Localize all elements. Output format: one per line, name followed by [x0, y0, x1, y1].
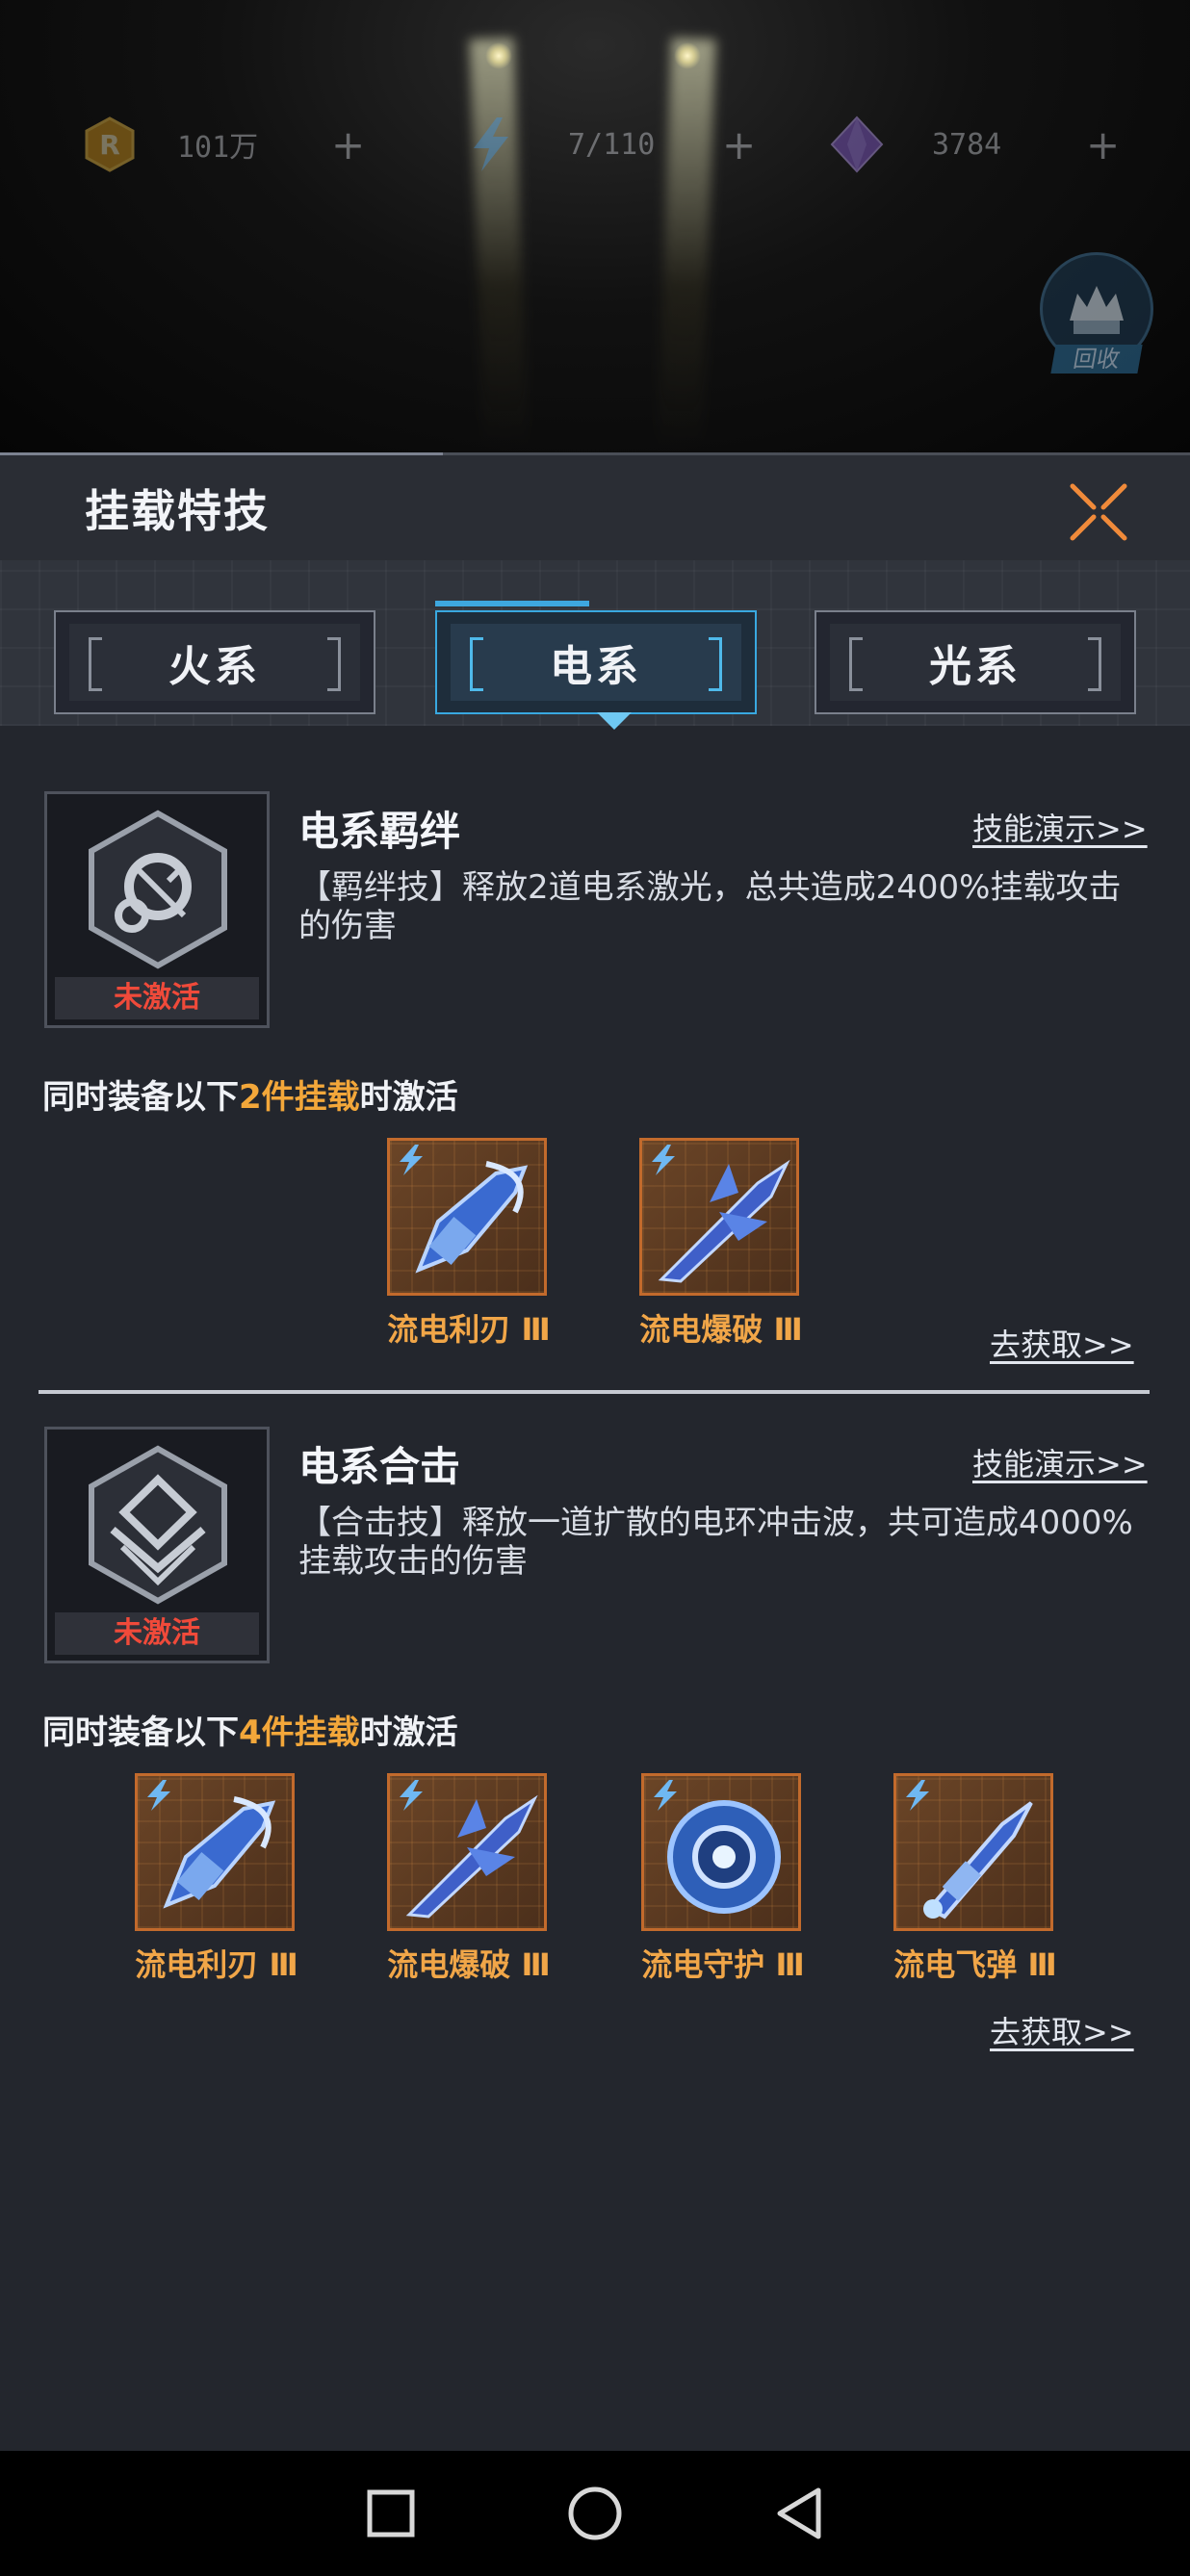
- purple-gem-icon: [828, 116, 886, 173]
- energy-add-button[interactable]: +: [722, 121, 756, 168]
- mount-item[interactable]: 流电利刃 Ⅲ: [135, 1773, 298, 1985]
- gem-resource: 3784 +: [828, 114, 1120, 175]
- blast-weapon-icon: [405, 1794, 538, 1919]
- get-items-link[interactable]: 去获取>>: [990, 1321, 1134, 1365]
- tab-electric[interactable]: 电系: [435, 601, 757, 730]
- system-navigation-bar: [0, 2451, 1190, 2576]
- combo-emblem-icon: [89, 1445, 227, 1605]
- item-name: 流电飞弹 Ⅲ: [893, 1946, 1057, 1983]
- star-glow-right: [674, 42, 701, 69]
- required-count: 2件挂载: [239, 1078, 360, 1117]
- blast-weapon-icon: [658, 1159, 790, 1283]
- mount-item[interactable]: 流电爆破 Ⅲ: [387, 1773, 551, 1985]
- skill-description: 【合击技】释放一道扩散的电环冲击波，共可造成4000%挂载攻击的伤害: [298, 1504, 1133, 1581]
- shield-weapon-icon: [667, 1800, 781, 1914]
- tab-fire-label: 火系: [168, 642, 261, 691]
- item-name: 流电利刃 Ⅲ: [387, 1311, 551, 1348]
- blade-weapon-icon: [415, 1161, 529, 1274]
- tab-electric-label: 电系: [550, 642, 642, 691]
- square-recents-icon: [367, 2489, 415, 2537]
- skill-demo-link[interactable]: 技能演示>>: [972, 1440, 1148, 1484]
- svg-text:R: R: [99, 129, 120, 161]
- mount-skill-panel: 挂载特技 火系 电系 光系 未激活 电系羁绊 技能演示>> 【羁绊技】释放2道电…: [0, 452, 1190, 2451]
- mount-item[interactable]: 流电利刃 Ⅲ: [387, 1138, 551, 1350]
- close-x-icon: [1070, 483, 1127, 541]
- coin-add-button[interactable]: +: [331, 121, 365, 168]
- activation-condition: 同时装备以下2件挂载时激活: [42, 1078, 458, 1117]
- item-name: 流电守护 Ⅲ: [641, 1946, 805, 1983]
- skill-card-combo[interactable]: 未激活: [44, 1427, 270, 1663]
- gem-add-button[interactable]: +: [1086, 121, 1120, 168]
- section-divider: [39, 1390, 1150, 1394]
- home-button[interactable]: [561, 2480, 629, 2547]
- skill-demo-link[interactable]: 技能演示>>: [972, 805, 1148, 849]
- game-background-hud: R 101万 + 7/110 + 3784 + 回收: [0, 0, 1190, 452]
- close-button[interactable]: [1067, 480, 1130, 544]
- skill-title: 电系合击: [298, 1443, 461, 1490]
- coin-resource: R 101万 +: [81, 114, 365, 175]
- tab-light-label: 光系: [929, 642, 1022, 691]
- light-beam-right: [657, 38, 716, 452]
- gem-value: 3784: [932, 127, 1002, 162]
- activation-condition: 同时装备以下4件挂载时激活: [42, 1713, 458, 1752]
- element-tab-bar: 火系 电系 光系: [0, 560, 1190, 730]
- item-name: 流电爆破 Ⅲ: [387, 1946, 551, 1983]
- energy-resource: 7/110 +: [462, 114, 756, 175]
- recycle-label: 回收: [1050, 345, 1143, 374]
- blade-weapon-icon: [163, 1796, 276, 1909]
- recents-button[interactable]: [357, 2480, 425, 2547]
- skill-status: 未激活: [55, 1612, 259, 1655]
- mount-item[interactable]: 流电飞弹 Ⅲ: [893, 1773, 1057, 1985]
- skill-status: 未激活: [55, 977, 259, 1019]
- tab-light[interactable]: 光系: [815, 610, 1136, 714]
- coin-value: 101万: [177, 131, 259, 165]
- back-button[interactable]: [765, 2480, 833, 2547]
- bond-emblem-icon: [89, 810, 227, 969]
- mount-item[interactable]: 流电爆破 Ⅲ: [639, 1138, 803, 1350]
- circle-home-icon: [568, 2486, 622, 2540]
- energy-value: 7/110: [568, 127, 656, 162]
- item-name: 流电爆破 Ⅲ: [639, 1311, 803, 1348]
- skill-description: 【羁绊技】释放2道电系激光，总共造成2400%挂载攻击的伤害: [298, 868, 1122, 945]
- coin-r-icon: R: [81, 116, 139, 173]
- missile-weapon-icon: [923, 1801, 1033, 1919]
- lightning-icon: [462, 116, 520, 173]
- item-name: 流电利刃 Ⅲ: [135, 1946, 298, 1983]
- skill-title: 电系羁绊: [298, 808, 461, 855]
- tab-fire[interactable]: 火系: [54, 610, 375, 714]
- panel-title: 挂载特技: [85, 485, 270, 537]
- mount-item[interactable]: 流电守护 Ⅲ: [641, 1773, 805, 1985]
- light-beam-left: [469, 38, 529, 452]
- triangle-back-icon: [777, 2487, 821, 2539]
- skill-card-bond[interactable]: 未激活: [44, 791, 270, 1028]
- star-glow-left: [485, 42, 512, 69]
- get-items-link[interactable]: 去获取>>: [990, 2008, 1134, 2052]
- required-count: 4件挂载: [239, 1713, 360, 1752]
- panel-header: 挂载特技: [0, 452, 1190, 560]
- recycle-button[interactable]: 回收: [1040, 252, 1157, 387]
